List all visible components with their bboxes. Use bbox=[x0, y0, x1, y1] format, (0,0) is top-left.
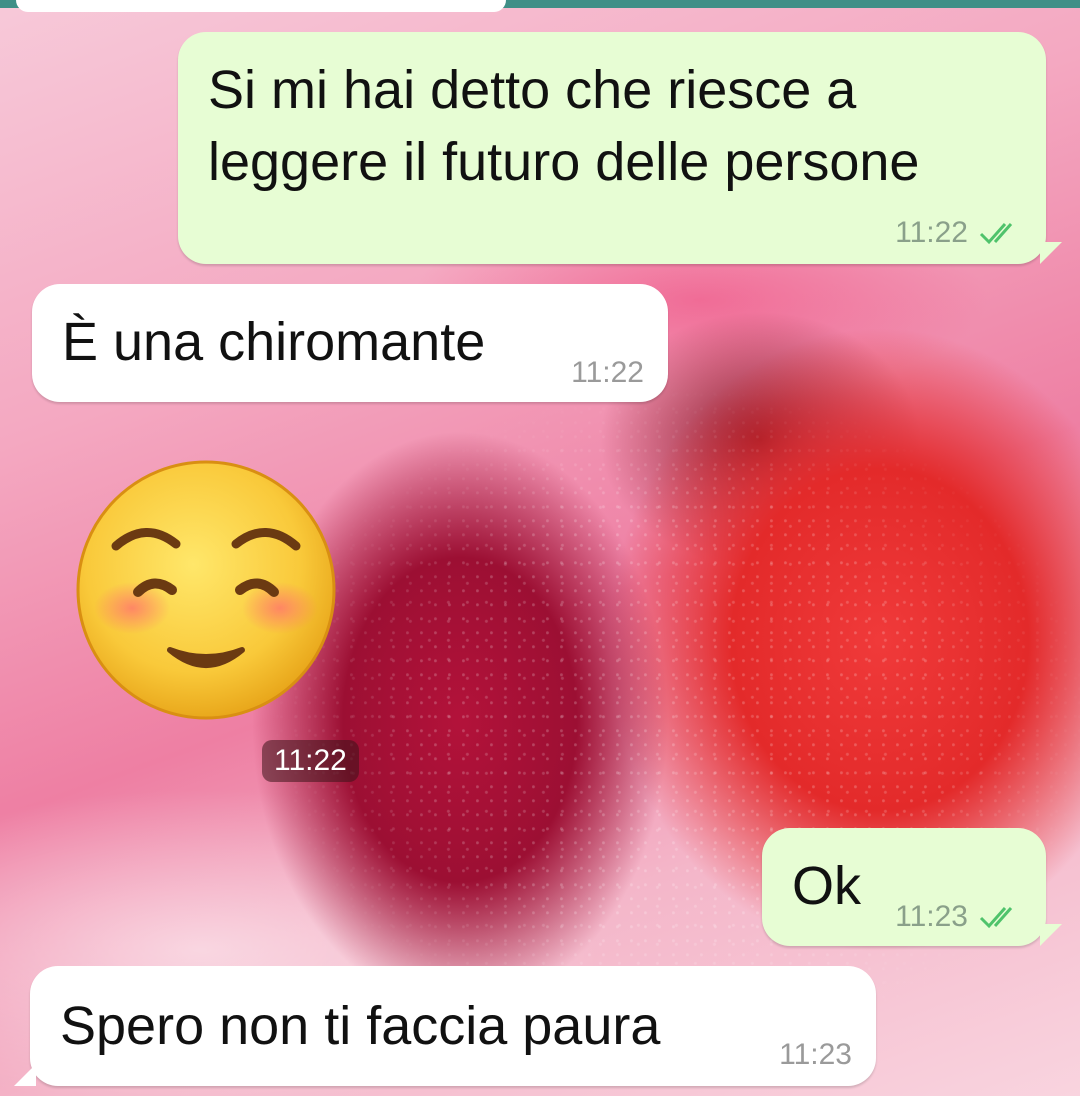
message-meta: 11:23 bbox=[895, 900, 1026, 934]
outgoing-message[interactable]: Ok 11:23 bbox=[762, 828, 1046, 946]
read-ticks-icon bbox=[979, 223, 1013, 245]
incoming-message[interactable]: È una chiromante 11:22 bbox=[32, 284, 668, 402]
message-text: Spero non ti faccia paura bbox=[60, 996, 661, 1056]
message-text: Ok bbox=[792, 856, 862, 916]
read-ticks-icon bbox=[979, 907, 1013, 929]
message-time: 11:22 bbox=[895, 216, 968, 249]
incoming-message[interactable]: Spero non ti faccia paura 11:23 bbox=[30, 966, 876, 1086]
message-meta: 11:22 bbox=[895, 216, 1026, 250]
smiling-face-with-blush-icon[interactable] bbox=[74, 458, 338, 722]
previous-message-edge bbox=[16, 0, 506, 12]
message-text: Si mi hai detto che riesce a leggere il … bbox=[208, 60, 920, 192]
bubble-tail bbox=[1040, 242, 1062, 264]
message-text: È una chiromante bbox=[62, 312, 486, 372]
bubble-tail bbox=[14, 1064, 36, 1086]
message-meta: 11:22 bbox=[571, 356, 644, 390]
message-time: 11:22 bbox=[571, 356, 644, 389]
message-time: 11:22 bbox=[262, 740, 359, 782]
bubble-tail bbox=[1040, 924, 1062, 946]
message-meta: 11:23 bbox=[779, 1038, 852, 1072]
message-time: 11:23 bbox=[895, 900, 968, 933]
outgoing-message[interactable]: Si mi hai detto che riesce a leggere il … bbox=[178, 32, 1046, 264]
message-time: 11:23 bbox=[779, 1038, 852, 1071]
